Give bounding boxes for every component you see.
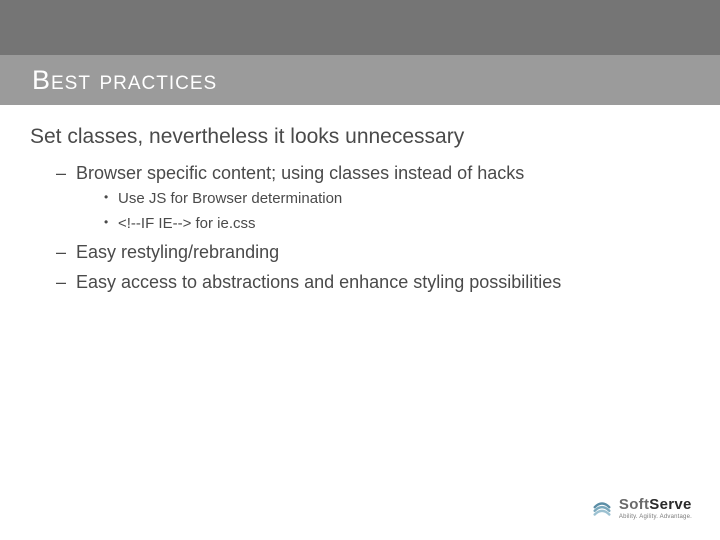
- list-item-label: <!--IF IE--> for ie.css: [118, 215, 256, 232]
- list-item-label: Use JS for Browser determination: [118, 190, 342, 207]
- logo-swirl-icon: [591, 498, 613, 520]
- logo-name: SoftServe: [619, 497, 692, 512]
- content-area: Set classes, nevertheless it looks unnec…: [0, 105, 720, 294]
- logo-tagline: Ability. Agility. Advantage.: [619, 514, 692, 520]
- content-heading: Set classes, nevertheless it looks unnec…: [30, 125, 690, 149]
- list-item: Easy access to abstractions and enhance …: [56, 270, 690, 294]
- list-item-label: Browser specific content; using classes …: [76, 163, 524, 183]
- logo-name-soft: Soft: [619, 496, 649, 513]
- list-item: <!--IF IE--> for ie.css: [104, 214, 690, 234]
- brand-logo: SoftServe Ability. Agility. Advantage.: [591, 497, 692, 520]
- list-item: Use JS for Browser determination: [104, 189, 690, 209]
- header-spacer: [0, 0, 720, 55]
- list-item: Easy restyling/rebranding: [56, 240, 690, 264]
- logo-text: SoftServe Ability. Agility. Advantage.: [619, 497, 692, 520]
- sub-bullet-list: Use JS for Browser determination <!--IF …: [76, 189, 690, 234]
- slide-title: Best practices: [32, 65, 217, 96]
- logo-name-serve: Serve: [649, 496, 691, 513]
- title-bar: Best practices: [0, 55, 720, 105]
- list-item-label: Easy restyling/rebranding: [76, 242, 279, 262]
- list-item: Browser specific content; using classes …: [56, 161, 690, 234]
- list-item-label: Easy access to abstractions and enhance …: [76, 272, 561, 292]
- bullet-list: Browser specific content; using classes …: [30, 161, 690, 294]
